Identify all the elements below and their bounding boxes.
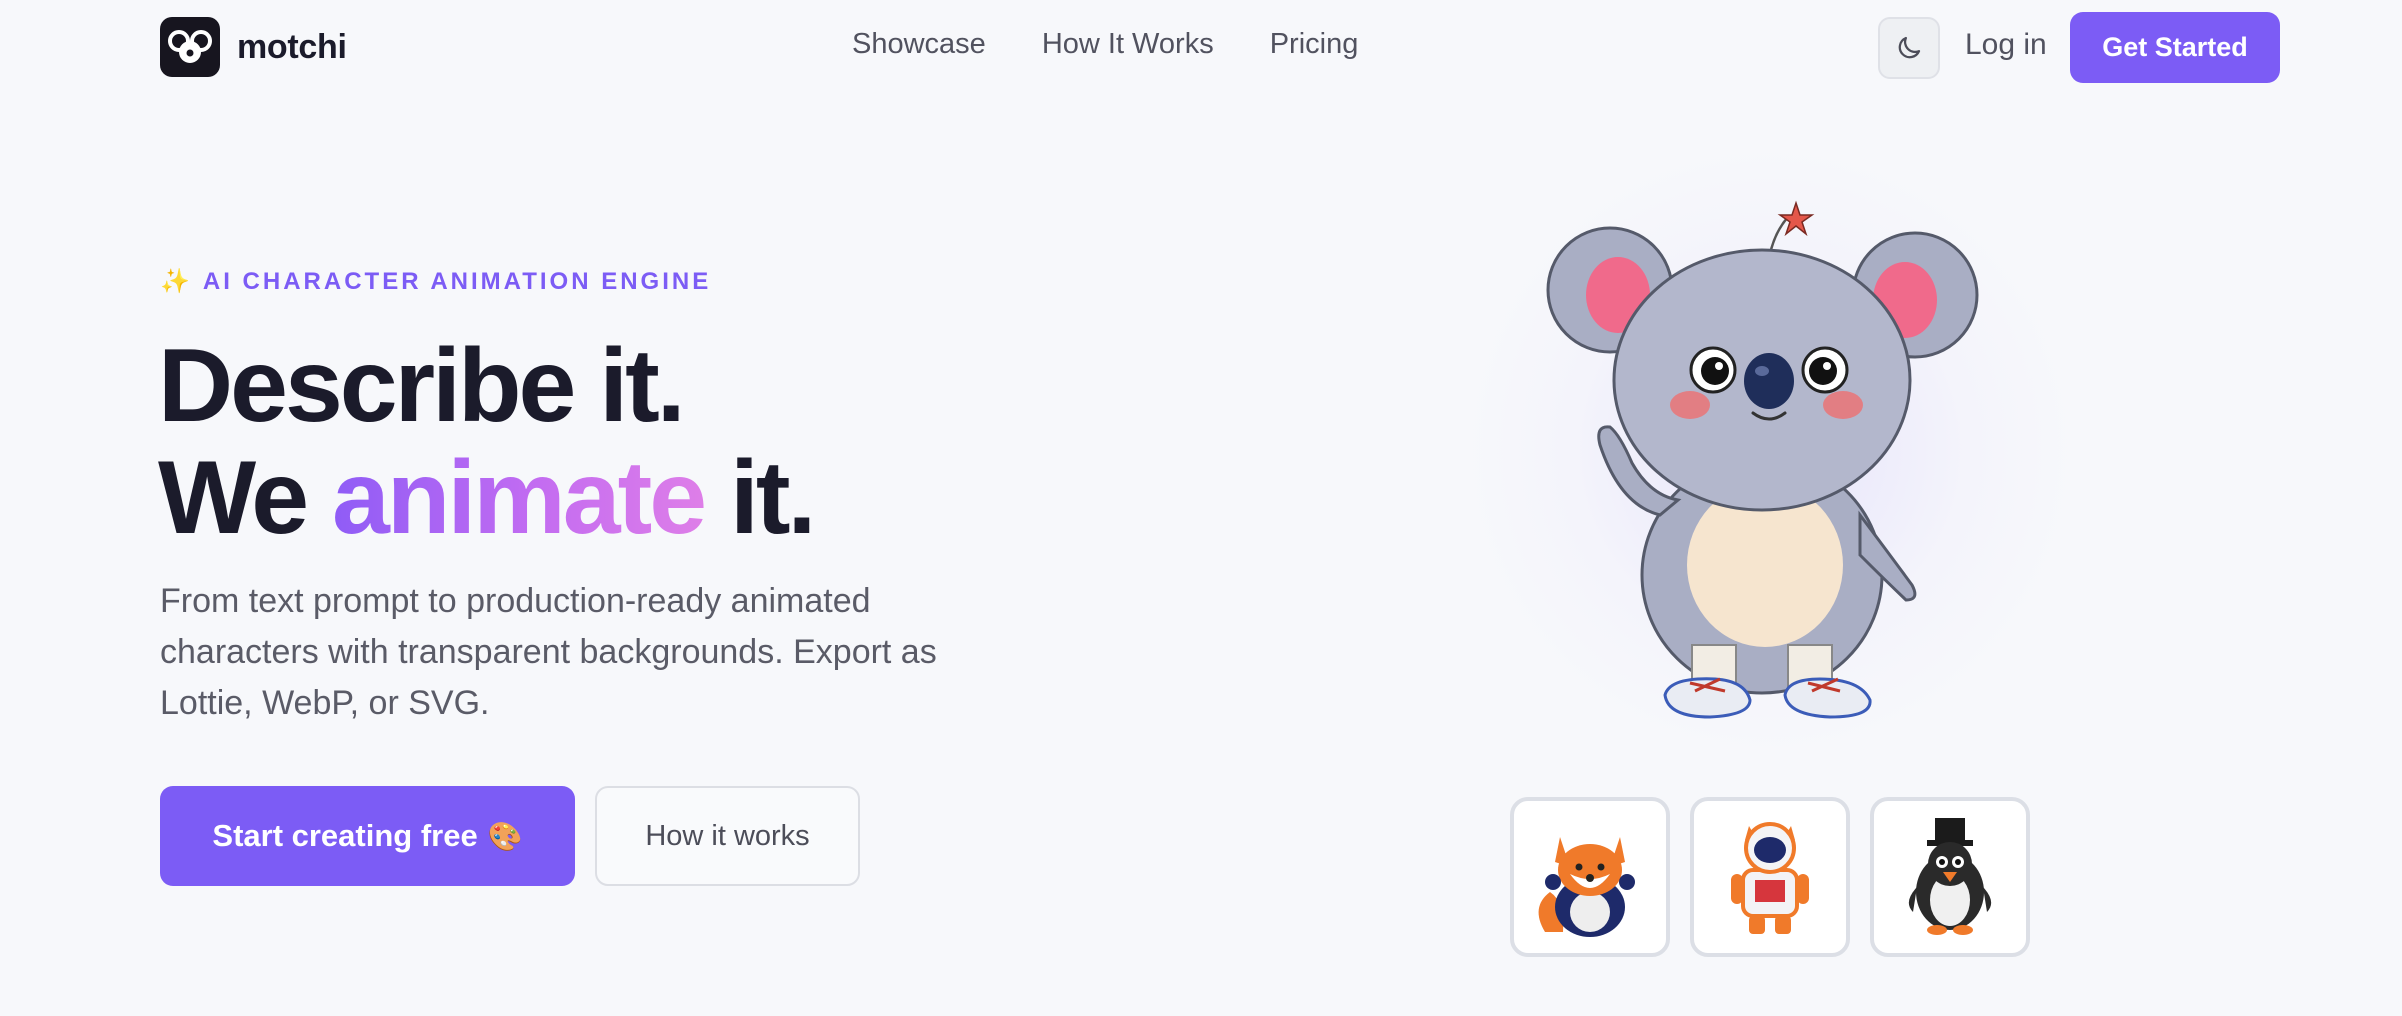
penguin-top-hat-character-icon	[1908, 818, 1992, 935]
how-it-works-button[interactable]: How it works	[595, 786, 860, 886]
astronaut-cat-character-icon	[1731, 822, 1809, 934]
nav-link-pricing[interactable]: Pricing	[1270, 28, 1359, 61]
hero-eyebrow: ✨ AI CHARACTER ANIMATION ENGINE	[160, 267, 711, 296]
fox-character-icon	[1538, 837, 1635, 937]
motchi-logo-icon	[160, 17, 220, 77]
theme-toggle-button[interactable]	[1878, 17, 1940, 79]
headline-line-1: Describe it.	[158, 328, 686, 444]
get-started-button[interactable]: Get Started	[2070, 12, 2280, 83]
headline-post: it.	[704, 440, 816, 556]
headline-highlight: animate	[332, 440, 707, 556]
palette-icon: 🎨	[487, 820, 523, 852]
sparkles-icon: ✨	[160, 268, 193, 295]
eyebrow-text: AI CHARACTER ANIMATION ENGINE	[202, 267, 712, 295]
moon-icon	[1898, 36, 1921, 59]
hero-headline: Describe it. We animate it.	[158, 328, 816, 556]
thumbnail-penguin[interactable]	[1870, 797, 2030, 957]
top-navbar: motchi Showcase How It Works Pricing Log…	[0, 0, 2402, 96]
start-creating-button[interactable]: Start creating free 🎨	[160, 786, 575, 886]
brand-name: motchi	[237, 27, 347, 66]
login-link[interactable]: Log in	[1965, 28, 2047, 62]
nav-link-how-it-works[interactable]: How It Works	[1042, 28, 1214, 61]
hero-subtext: From text prompt to production-ready ani…	[160, 582, 937, 722]
koala-character-image	[1546, 200, 1979, 719]
thumbnail-astronaut-cat[interactable]	[1690, 797, 1850, 957]
main-nav: Showcase How It Works Pricing	[852, 28, 1358, 61]
character-thumbnails	[1510, 797, 2030, 957]
how-it-works-label: How it works	[645, 819, 810, 852]
nav-link-showcase[interactable]: Showcase	[852, 28, 986, 61]
headline-pre: We	[158, 440, 333, 556]
thumbnail-fox[interactable]	[1510, 797, 1670, 957]
brand-logo[interactable]: motchi	[160, 17, 347, 77]
headline-line-2: We animate it.	[158, 440, 816, 556]
start-creating-label: Start creating free	[212, 818, 478, 853]
